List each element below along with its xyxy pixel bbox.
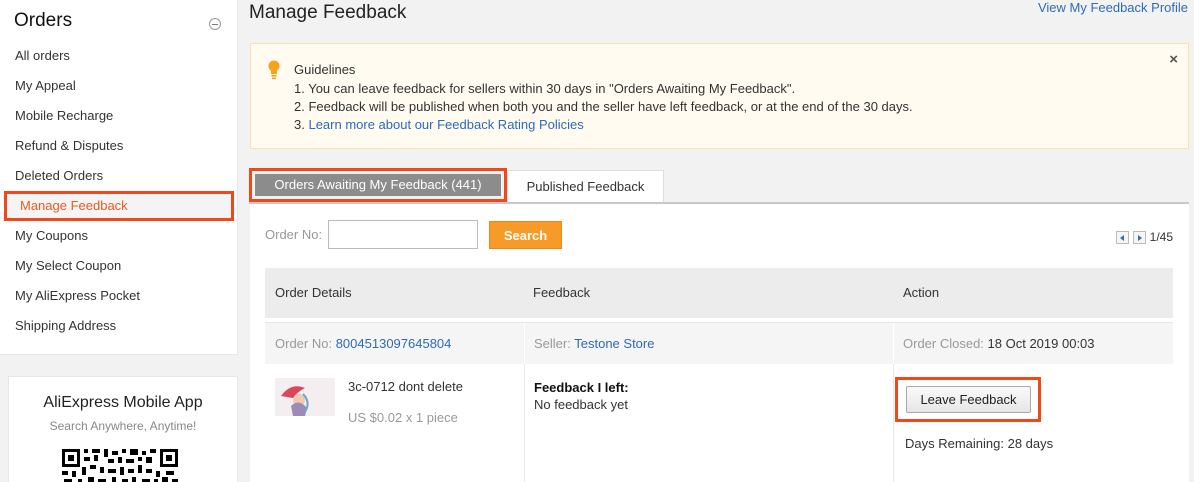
order-item-row: 3c-0712 dont delete US $0.02 x 1 piece F… [265,364,1173,482]
guideline-3: 3. Learn more about our Feedback Rating … [294,116,913,134]
sidebar-item-my-select-coupon[interactable]: My Select Coupon [0,251,238,281]
product-name[interactable]: 3c-0712 dont delete [348,379,463,394]
feedback-panel: Order No: Search 1/45 Order Details Feed… [250,204,1189,482]
feedback-policy-link[interactable]: Learn more about our Feedback Rating Pol… [308,117,583,132]
order-closed-date: 18 Oct 2019 00:03 [987,336,1095,351]
next-page-icon[interactable] [1132,230,1146,244]
tab-awaiting-feedback-label: Orders Awaiting My Feedback (441) [255,174,501,196]
leave-feedback-highlight: Leave Feedback [895,377,1041,422]
sidebar-item-deleted-orders[interactable]: Deleted Orders [0,161,238,191]
guideline-2: 2. Feedback will be published when both … [294,99,913,114]
pagination: 1/45 [1115,230,1173,244]
tab-published-feedback[interactable]: Published Feedback [507,170,664,202]
order-summary-row: Order No: 8004513097645804 Seller: Testo… [265,322,1173,365]
sidebar-menu: All orders My Appeal Mobile Recharge Ref… [0,41,238,341]
sidebar-item-mobile-recharge[interactable]: Mobile Recharge [0,101,238,131]
seller-link[interactable]: Testone Store [574,336,654,351]
header-order-details: Order Details [275,285,352,300]
order-no-cell: Order No: 8004513097645804 [275,323,451,365]
feedback-status: No feedback yet [534,397,628,412]
column-divider [524,323,525,365]
column-divider [893,323,894,365]
guidelines-title: Guidelines [294,62,356,77]
product-image-icon [275,378,335,416]
product-price: US $0.02 x 1 piece [348,410,458,425]
order-no-label: Order No: [265,227,323,242]
guidelines-list: 1. You can leave feedback for sellers wi… [294,80,913,134]
app-promo-subtitle: Search Anywhere, Anytime! [49,419,197,433]
table-header: Order Details Feedback Action [265,268,1173,318]
lightbulb-icon [268,60,280,80]
prev-page-icon[interactable] [1115,230,1129,244]
sidebar: Orders All orders My Appeal Mobile Recha… [0,0,238,355]
collapse-icon[interactable] [209,18,221,30]
guidelines-notice: × Guidelines 1. You can leave feedback f… [250,43,1189,149]
sidebar-item-refund-disputes[interactable]: Refund & Disputes [0,131,238,161]
sidebar-title: Orders [14,10,73,31]
header-feedback: Feedback [533,285,591,300]
guideline-1: 1. You can leave feedback for sellers wi… [294,81,796,96]
sidebar-item-my-aliexpress-pocket[interactable]: My AliExpress Pocket [0,281,238,311]
app-promo-title: AliExpress Mobile App [43,394,203,411]
search-button[interactable]: Search [489,221,562,249]
days-remaining: Days Remaining: 28 days [905,436,1054,451]
view-feedback-profile-link[interactable]: View My Feedback Profile [1038,0,1188,15]
tab-awaiting-feedback[interactable]: Orders Awaiting My Feedback (441) [249,168,507,202]
close-icon[interactable]: × [1169,51,1178,68]
sidebar-item-my-appeal[interactable]: My Appeal [0,71,238,101]
order-closed-prefix: Order Closed: [903,336,984,351]
seller-cell: Seller: Testone Store [534,323,654,365]
leave-feedback-button[interactable]: Leave Feedback [906,386,1031,413]
product-thumbnail[interactable] [275,378,335,416]
order-no-link[interactable]: 8004513097645804 [336,336,452,351]
seller-prefix: Seller: [534,336,571,351]
feedback-left-title: Feedback I left: [534,380,629,395]
column-divider [893,364,894,482]
sidebar-item-manage-feedback[interactable]: Manage Feedback [4,191,234,221]
sidebar-item-shipping-address[interactable]: Shipping Address [0,311,238,341]
order-closed-cell: Order Closed: 18 Oct 2019 00:03 [903,323,1095,365]
sidebar-item-all-orders[interactable]: All orders [0,41,238,71]
qr-code-icon [62,449,178,482]
order-no-prefix: Order No: [275,336,333,351]
sidebar-item-my-coupons[interactable]: My Coupons [0,221,238,251]
guideline-3-prefix: 3. [294,117,309,132]
header-action: Action [903,285,940,300]
column-divider [524,364,525,482]
mobile-app-promo: AliExpress Mobile App Search Anywhere, A… [8,376,238,482]
page-title: Manage Feedback [249,2,407,23]
page-indicator: 1/45 [1149,230,1173,244]
order-no-input[interactable] [328,220,478,249]
